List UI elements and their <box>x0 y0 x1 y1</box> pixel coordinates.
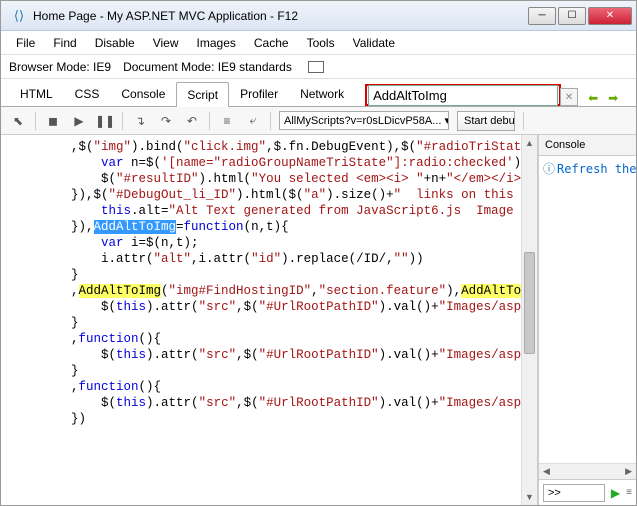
code-content: ,$("img").bind("click.img",$.fn.DebugEve… <box>1 135 537 431</box>
tab-console[interactable]: Console <box>110 81 176 106</box>
search-input[interactable] <box>368 85 558 106</box>
scroll-up-icon[interactable]: ▲ <box>522 135 537 151</box>
console-horizontal-scrollbar[interactable]: ◀▶ <box>539 463 636 479</box>
tab-html[interactable]: HTML <box>9 81 64 106</box>
console-output: ⓘRefresh the <box>539 156 636 463</box>
start-debugging-button[interactable]: Start debu <box>457 111 515 131</box>
console-prompt[interactable]: >> <box>543 484 605 502</box>
minimize-button[interactable]: ─ <box>528 7 556 25</box>
tab-profiler[interactable]: Profiler <box>229 81 289 106</box>
word-wrap-icon[interactable]: ⤶ <box>244 112 262 130</box>
script-file-selector[interactable]: AllMyScripts?v=r0sLDicvP58A... ▾ <box>279 111 449 130</box>
search-match: AddAltTo <box>461 284 521 298</box>
pause-icon[interactable]: ❚❚ <box>96 112 114 130</box>
format-icon[interactable]: ≡ <box>218 112 236 130</box>
browser-mode-label: Browser Mode: IE9 <box>9 60 111 74</box>
console-input-bar: >> ▶ ≡ <box>539 479 636 505</box>
scroll-thumb[interactable] <box>524 252 535 353</box>
search-prev-button[interactable]: ⬅ <box>584 90 602 106</box>
step-into-icon[interactable]: ↴ <box>131 112 149 130</box>
code-pane[interactable]: ,$("img").bind("click.img",$.fn.DebugEve… <box>1 135 538 505</box>
scroll-down-icon[interactable]: ▼ <box>522 489 537 505</box>
menu-view[interactable]: View <box>146 33 186 53</box>
step-out-icon[interactable]: ↶ <box>183 112 201 130</box>
menubar: File Find Disable View Images Cache Tool… <box>1 31 636 55</box>
search-next-button[interactable]: ➡ <box>604 90 622 106</box>
menu-images[interactable]: Images <box>190 33 243 53</box>
menu-tools[interactable]: Tools <box>300 33 342 53</box>
search-match: AddAltToImg <box>79 284 162 298</box>
close-button[interactable]: ✕ <box>588 7 632 25</box>
tab-network[interactable]: Network <box>289 81 355 106</box>
window-controls: ─ ☐ ✕ <box>528 7 632 25</box>
maximize-button[interactable]: ☐ <box>558 7 586 25</box>
menu-find[interactable]: Find <box>46 33 83 53</box>
select-element-icon[interactable]: ⬉ <box>9 112 27 130</box>
menu-disable[interactable]: Disable <box>88 33 142 53</box>
stop-icon[interactable]: ◼ <box>44 112 62 130</box>
mode-bar: Browser Mode: IE9 Document Mode: IE9 sta… <box>1 55 636 79</box>
search-nav: ⬅ ➡ <box>584 90 622 106</box>
document-mode-label: Document Mode: IE9 standards <box>123 60 292 74</box>
menu-cache[interactable]: Cache <box>247 33 296 53</box>
menu-file[interactable]: File <box>9 33 42 53</box>
devtools-tabs: HTML CSS Console Script Profiler Network… <box>1 79 636 107</box>
titlebar: ⟨⟩ Home Page - My ASP.NET MVC Applicatio… <box>1 1 636 31</box>
info-icon: ⓘ <box>543 162 555 176</box>
document-mode-icon[interactable] <box>308 61 324 73</box>
code-vertical-scrollbar[interactable]: ▲ ▼ <box>521 135 537 505</box>
tab-css[interactable]: CSS <box>64 81 111 106</box>
step-over-icon[interactable]: ↷ <box>157 112 175 130</box>
menu-validate[interactable]: Validate <box>346 33 402 53</box>
search-clear-button[interactable]: ✕ <box>560 88 578 106</box>
tab-script[interactable]: Script <box>176 82 229 107</box>
multiline-toggle-icon[interactable]: ≡ <box>626 487 632 498</box>
console-side-panel: Console ⓘRefresh the ◀▶ >> ▶ ≡ <box>538 135 636 505</box>
search-match-current: AddAltToImg <box>94 220 177 234</box>
side-tab-console[interactable]: Console <box>539 135 636 156</box>
app-icon: ⟨⟩ <box>11 8 27 24</box>
play-icon[interactable]: ▶ <box>70 112 88 130</box>
window-title: Home Page - My ASP.NET MVC Application -… <box>33 9 528 23</box>
search-box-highlight <box>365 84 561 106</box>
run-script-icon[interactable]: ▶ <box>611 486 620 500</box>
script-toolbar: ⬉ ◼ ▶ ❚❚ ↴ ↷ ↶ ≡ ⤶ AllMyScripts?v=r0sLDi… <box>1 107 636 135</box>
